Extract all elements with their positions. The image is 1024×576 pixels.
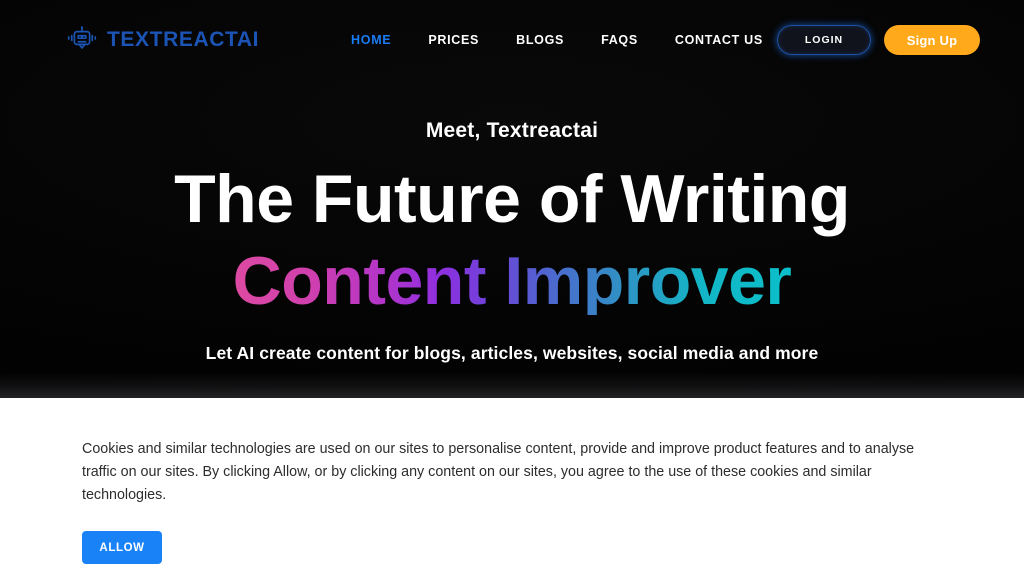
- nav-link-blogs[interactable]: BLOGS: [516, 33, 564, 47]
- page-root: TEXTREACTAI HOME PRICES BLOGS FAQS CONTA…: [0, 0, 1024, 576]
- nav-link-contact[interactable]: CONTACT US: [675, 33, 763, 47]
- nav-links: HOME PRICES BLOGS FAQS CONTACT US: [351, 33, 763, 47]
- hero-headline: The Future of Writing: [174, 161, 850, 238]
- login-button[interactable]: LOGIN: [777, 25, 871, 55]
- hero-eyebrow: Meet, Textreactai: [425, 119, 599, 142]
- nav-link-faqs[interactable]: FAQS: [601, 33, 638, 47]
- hero-content: Meet, Textreactai The Future of Writing …: [0, 118, 1024, 364]
- nav-link-prices[interactable]: PRICES: [428, 33, 479, 47]
- hero-headline-gradient-wrap: Content Improver: [0, 233, 1024, 315]
- cookie-consent-banner: Cookies and similar technologies are use…: [0, 398, 1024, 576]
- cookie-consent-text: Cookies and similar technologies are use…: [82, 441, 915, 504]
- hero-bottom-fade: [0, 372, 1024, 398]
- brand-name: TEXTREACTAI: [107, 28, 260, 51]
- robot-icon: [66, 24, 98, 56]
- navbar: TEXTREACTAI HOME PRICES BLOGS FAQS CONTA…: [0, 0, 1024, 80]
- hero-subhead: Let AI create content for blogs, article…: [205, 343, 819, 364]
- nav-link-home[interactable]: HOME: [351, 33, 391, 47]
- hero-section: TEXTREACTAI HOME PRICES BLOGS FAQS CONTA…: [0, 0, 1024, 398]
- brand-logo[interactable]: TEXTREACTAI: [66, 24, 259, 56]
- nav-actions: LOGIN Sign Up: [777, 25, 980, 55]
- signup-button[interactable]: Sign Up: [884, 25, 980, 55]
- hero-headline-gradient: Content Improver: [232, 243, 792, 320]
- cookie-allow-button[interactable]: ALLOW: [82, 531, 162, 565]
